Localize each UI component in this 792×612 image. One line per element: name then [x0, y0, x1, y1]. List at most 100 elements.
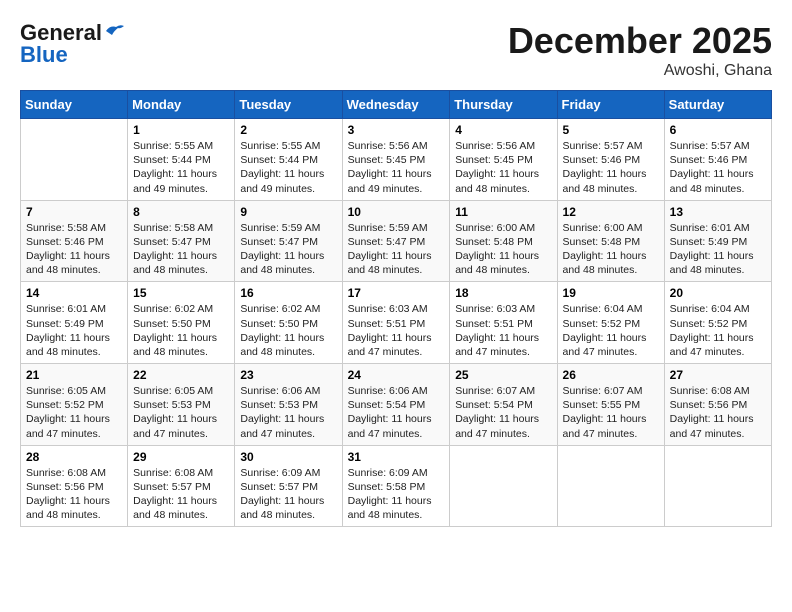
- calendar-week-row: 28 Sunrise: 6:08 AMSunset: 5:56 PMDayligh…: [21, 445, 772, 527]
- calendar-week-row: 14Sunrise: 6:01 AMSunset: 5:49 PMDayligh…: [21, 282, 772, 364]
- cell-info: Sunrise: 6:02 AMSunset: 5:50 PMDaylight:…: [133, 302, 229, 359]
- day-number: 10: [348, 205, 445, 219]
- day-number: 25: [455, 368, 551, 382]
- weekday-header: Friday: [557, 91, 664, 119]
- day-number: 12: [563, 205, 659, 219]
- day-number: 18: [455, 286, 551, 300]
- day-number: 7: [26, 205, 122, 219]
- cell-info: Sunrise: 6:08 AMSunset: 5:56 PMDaylight:…: [26, 466, 122, 523]
- cell-info: Sunrise: 6:01 AMSunset: 5:49 PMDaylight:…: [670, 221, 766, 278]
- day-number: 24: [348, 368, 445, 382]
- day-number: 31: [348, 450, 445, 464]
- calendar-cell: 14Sunrise: 6:01 AMSunset: 5:49 PMDayligh…: [21, 282, 128, 364]
- title-area: December 2025 Awoshi, Ghana: [508, 20, 772, 80]
- day-number: 11: [455, 205, 551, 219]
- cell-info: Sunrise: 6:08 AMSunset: 5:57 PMDaylight:…: [133, 466, 229, 523]
- day-number: 8: [133, 205, 229, 219]
- calendar-cell: 31Sunrise: 6:09 AMSunset: 5:58 PMDayligh…: [342, 445, 450, 527]
- cell-info: Sunrise: 6:06 AMSunset: 5:54 PMDaylight:…: [348, 384, 445, 441]
- cell-info: Sunrise: 5:55 AMSunset: 5:44 PMDaylight:…: [240, 139, 336, 196]
- calendar-cell: 28 Sunrise: 6:08 AMSunset: 5:56 PMDayligh…: [21, 445, 128, 527]
- logo-blue: Blue: [20, 42, 68, 68]
- calendar-week-row: 1 Sunrise: 5:55 AMSunset: 5:44 PMDaylight…: [21, 119, 772, 201]
- calendar-cell: 24 Sunrise: 6:06 AMSunset: 5:54 PMDayligh…: [342, 364, 450, 446]
- calendar-cell: [21, 119, 128, 201]
- weekday-header: Tuesday: [235, 91, 342, 119]
- calendar-cell: 25Sunrise: 6:07 AMSunset: 5:54 PMDayligh…: [450, 364, 557, 446]
- cell-info: Sunrise: 6:04 AMSunset: 5:52 PMDaylight:…: [670, 302, 766, 359]
- weekday-header: Wednesday: [342, 91, 450, 119]
- cell-info: Sunrise: 5:56 AMSunset: 5:45 PMDaylight:…: [348, 139, 445, 196]
- day-number: 15: [133, 286, 229, 300]
- calendar-cell: 5Sunrise: 5:57 AMSunset: 5:46 PMDaylight…: [557, 119, 664, 201]
- cell-info: Sunrise: 6:04 AMSunset: 5:52 PMDaylight:…: [563, 302, 659, 359]
- day-number: 13: [670, 205, 766, 219]
- day-number: 4: [455, 123, 551, 137]
- cell-info: Sunrise: 6:00 AMSunset: 5:48 PMDaylight:…: [563, 221, 659, 278]
- calendar-table: SundayMondayTuesdayWednesdayThursdayFrid…: [20, 90, 772, 527]
- cell-info: Sunrise: 5:58 AMSunset: 5:47 PMDaylight:…: [133, 221, 229, 278]
- calendar-cell: 12 Sunrise: 6:00 AMSunset: 5:48 PMDayligh…: [557, 200, 664, 282]
- weekday-header: Monday: [128, 91, 235, 119]
- cell-info: Sunrise: 5:59 AMSunset: 5:47 PMDaylight:…: [240, 221, 336, 278]
- cell-info: Sunrise: 5:58 AMSunset: 5:46 PMDaylight:…: [26, 221, 122, 278]
- logo-bird-icon: [104, 23, 126, 39]
- weekday-header: Thursday: [450, 91, 557, 119]
- weekday-header: Sunday: [21, 91, 128, 119]
- calendar-cell: 11 Sunrise: 6:00 AMSunset: 5:48 PMDayligh…: [450, 200, 557, 282]
- day-number: 21: [26, 368, 122, 382]
- calendar-week-row: 21Sunrise: 6:05 AMSunset: 5:52 PMDayligh…: [21, 364, 772, 446]
- calendar-cell: 4 Sunrise: 5:56 AMSunset: 5:45 PMDaylight…: [450, 119, 557, 201]
- calendar-cell: [557, 445, 664, 527]
- cell-info: Sunrise: 6:08 AMSunset: 5:56 PMDaylight:…: [670, 384, 766, 441]
- calendar-cell: 27 Sunrise: 6:08 AMSunset: 5:56 PMDayligh…: [664, 364, 771, 446]
- calendar-cell: 19 Sunrise: 6:04 AMSunset: 5:52 PMDayligh…: [557, 282, 664, 364]
- day-number: 27: [670, 368, 766, 382]
- cell-info: Sunrise: 6:05 AMSunset: 5:53 PMDaylight:…: [133, 384, 229, 441]
- weekday-header: Saturday: [664, 91, 771, 119]
- calendar-header-row: SundayMondayTuesdayWednesdayThursdayFrid…: [21, 91, 772, 119]
- calendar-cell: 6Sunrise: 5:57 AMSunset: 5:46 PMDaylight…: [664, 119, 771, 201]
- day-number: 14: [26, 286, 122, 300]
- calendar-cell: 21Sunrise: 6:05 AMSunset: 5:52 PMDayligh…: [21, 364, 128, 446]
- cell-info: Sunrise: 6:03 AMSunset: 5:51 PMDaylight:…: [455, 302, 551, 359]
- cell-info: Sunrise: 5:56 AMSunset: 5:45 PMDaylight:…: [455, 139, 551, 196]
- calendar-cell: 18 Sunrise: 6:03 AMSunset: 5:51 PMDayligh…: [450, 282, 557, 364]
- calendar-cell: 7 Sunrise: 5:58 AMSunset: 5:46 PMDaylight…: [21, 200, 128, 282]
- location: Awoshi, Ghana: [508, 62, 772, 80]
- calendar-cell: 23 Sunrise: 6:06 AMSunset: 5:53 PMDayligh…: [235, 364, 342, 446]
- calendar-cell: 16Sunrise: 6:02 AMSunset: 5:50 PMDayligh…: [235, 282, 342, 364]
- day-number: 30: [240, 450, 336, 464]
- day-number: 22: [133, 368, 229, 382]
- day-number: 26: [563, 368, 659, 382]
- calendar-cell: 8 Sunrise: 5:58 AMSunset: 5:47 PMDaylight…: [128, 200, 235, 282]
- cell-info: Sunrise: 6:06 AMSunset: 5:53 PMDaylight:…: [240, 384, 336, 441]
- calendar-cell: 15 Sunrise: 6:02 AMSunset: 5:50 PMDayligh…: [128, 282, 235, 364]
- calendar-cell: 2 Sunrise: 5:55 AMSunset: 5:44 PMDaylight…: [235, 119, 342, 201]
- day-number: 1: [133, 123, 229, 137]
- calendar-cell: 26 Sunrise: 6:07 AMSunset: 5:55 PMDayligh…: [557, 364, 664, 446]
- cell-info: Sunrise: 5:55 AMSunset: 5:44 PMDaylight:…: [133, 139, 229, 196]
- day-number: 17: [348, 286, 445, 300]
- calendar-cell: 29Sunrise: 6:08 AMSunset: 5:57 PMDayligh…: [128, 445, 235, 527]
- cell-info: Sunrise: 6:07 AMSunset: 5:55 PMDaylight:…: [563, 384, 659, 441]
- day-number: 28: [26, 450, 122, 464]
- calendar-week-row: 7 Sunrise: 5:58 AMSunset: 5:46 PMDaylight…: [21, 200, 772, 282]
- cell-info: Sunrise: 5:59 AMSunset: 5:47 PMDaylight:…: [348, 221, 445, 278]
- day-number: 16: [240, 286, 336, 300]
- day-number: 23: [240, 368, 336, 382]
- calendar-cell: 13 Sunrise: 6:01 AMSunset: 5:49 PMDayligh…: [664, 200, 771, 282]
- logo: General Blue: [20, 20, 126, 68]
- cell-info: Sunrise: 5:57 AMSunset: 5:46 PMDaylight:…: [670, 139, 766, 196]
- calendar-cell: 3Sunrise: 5:56 AMSunset: 5:45 PMDaylight…: [342, 119, 450, 201]
- day-number: 19: [563, 286, 659, 300]
- day-number: 9: [240, 205, 336, 219]
- cell-info: Sunrise: 6:03 AMSunset: 5:51 PMDaylight:…: [348, 302, 445, 359]
- calendar-cell: [664, 445, 771, 527]
- month-title: December 2025: [508, 20, 772, 62]
- day-number: 20: [670, 286, 766, 300]
- calendar-cell: 17 Sunrise: 6:03 AMSunset: 5:51 PMDayligh…: [342, 282, 450, 364]
- day-number: 5: [563, 123, 659, 137]
- cell-info: Sunrise: 6:00 AMSunset: 5:48 PMDaylight:…: [455, 221, 551, 278]
- day-number: 2: [240, 123, 336, 137]
